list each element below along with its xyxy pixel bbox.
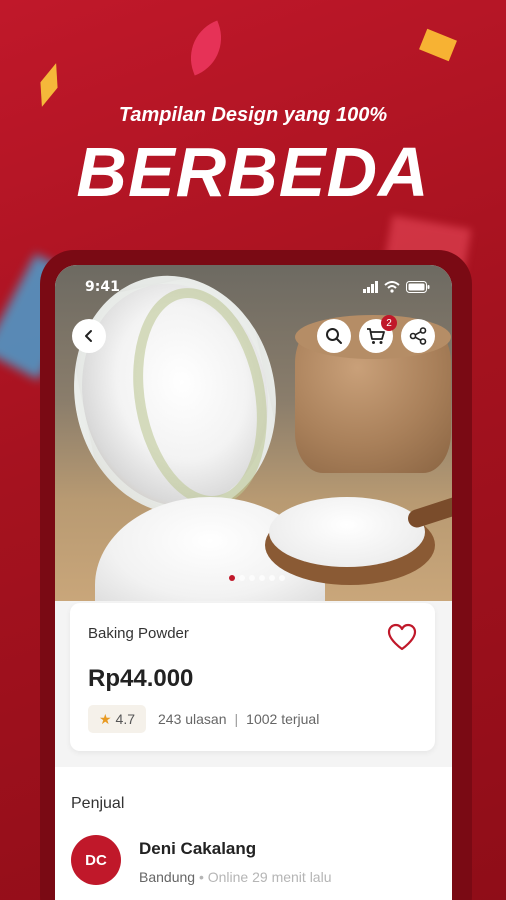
cart-icon: [367, 328, 385, 344]
spoon-powder-illustration: [269, 497, 425, 567]
signal-icon: [363, 281, 378, 293]
back-button[interactable]: [72, 319, 106, 353]
pager-dot[interactable]: [259, 575, 265, 581]
banner-title: BERBEDA: [76, 133, 430, 211]
image-pager: [229, 575, 285, 581]
back-arrow-icon: [85, 330, 92, 342]
seller-section: Penjual DC Deni Cakalang Bandung • Onlin…: [55, 767, 452, 900]
product-price: Rp44.000: [88, 665, 194, 692]
pager-dot[interactable]: [229, 575, 235, 581]
seller-avatar[interactable]: DC: [71, 835, 121, 885]
battery-icon: [406, 281, 430, 293]
status-icons: [363, 281, 430, 293]
seller-online-status: Online 29 menit lalu: [207, 869, 332, 885]
meta-bullet: •: [198, 869, 204, 885]
meta-separator: |: [234, 711, 239, 727]
seller-name[interactable]: Deni Cakalang: [139, 839, 256, 859]
status-time: 9:41: [85, 279, 120, 295]
review-count[interactable]: 243 ulasan: [158, 711, 227, 727]
cart-count-badge: 2: [381, 315, 397, 331]
confetti-decoration: [179, 20, 233, 76]
banner-subtitle: Tampilan Design yang 100%: [118, 104, 388, 126]
phone-screen: 9:41 2 Baking Powder Rp44.000 ★ 4.7 243 …: [55, 265, 452, 900]
review-summary: 243 ulasan | 1002 terjual: [158, 711, 319, 727]
seller-section-title: Penjual: [71, 795, 125, 812]
pager-dot[interactable]: [269, 575, 275, 581]
confetti-decoration: [33, 60, 64, 109]
wifi-icon: [384, 281, 400, 293]
cart-button[interactable]: 2: [359, 315, 397, 353]
share-button[interactable]: [401, 319, 435, 353]
pager-dot[interactable]: [279, 575, 285, 581]
product-name: Baking Powder: [88, 625, 189, 642]
spoon-handle-illustration: [405, 494, 452, 530]
search-button[interactable]: [317, 319, 351, 353]
rating-badge[interactable]: ★ 4.7: [88, 705, 146, 733]
share-icon: [409, 327, 427, 345]
search-icon: [326, 328, 342, 344]
sold-count: 1002 terjual: [246, 711, 320, 727]
heart-icon[interactable]: [387, 623, 417, 651]
pager-dot[interactable]: [239, 575, 245, 581]
product-info-card: Baking Powder Rp44.000 ★ 4.7 243 ulasan |…: [70, 603, 435, 751]
seller-city: Bandung: [139, 869, 196, 885]
rating-value: 4.7: [115, 711, 136, 727]
pager-dot[interactable]: [249, 575, 255, 581]
seller-meta: Bandung • Online 29 menit lalu: [139, 869, 332, 885]
status-bar: 9:41: [55, 265, 452, 309]
confetti-decoration: [419, 28, 457, 62]
star-icon: ★: [98, 710, 112, 727]
